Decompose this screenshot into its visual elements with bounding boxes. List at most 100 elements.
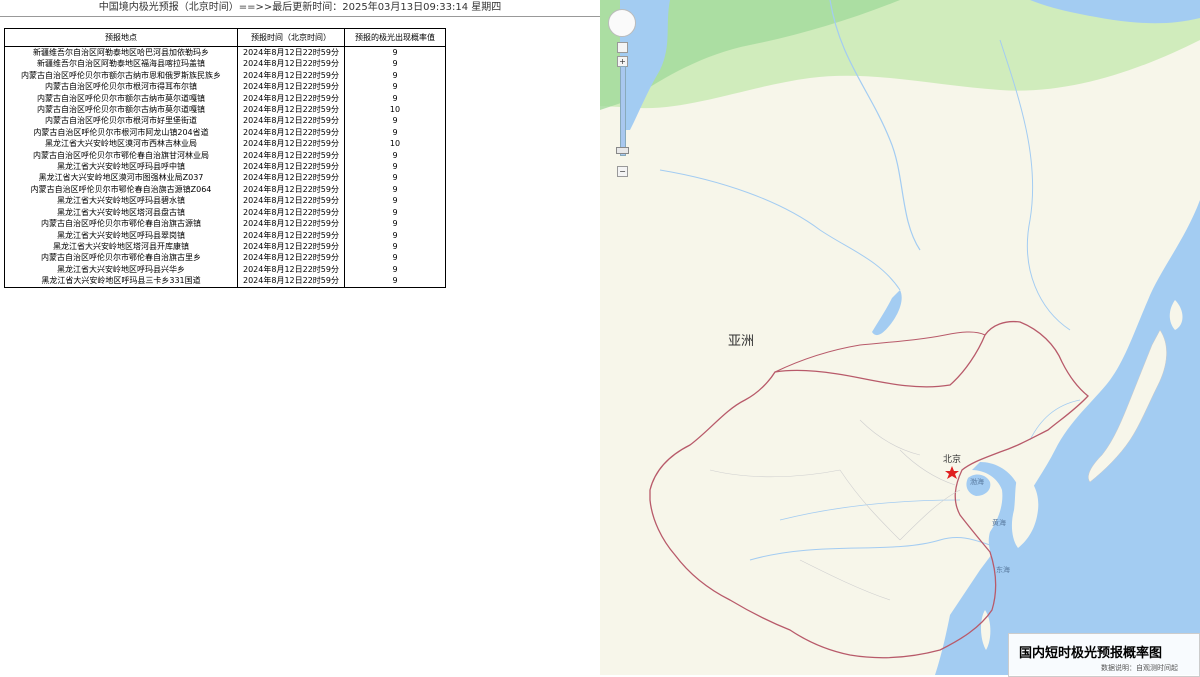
cell-time: 2024年8月12日22时59分 bbox=[237, 195, 345, 207]
label-east-sea: 东海 bbox=[996, 566, 1010, 574]
cell-location: 内蒙古自治区呼伦贝尔市额尔古纳市恩和俄罗斯族民族乡 bbox=[4, 69, 238, 82]
forecast-panel: 中国境内极光预报（北京时间）==>>最后更新时间：2025年03月13日09:3… bbox=[0, 0, 600, 675]
cell-probability: 9 bbox=[344, 195, 446, 207]
cell-location: 黑龙江省大兴安岭地区漠河市西林吉林业局 bbox=[4, 138, 238, 150]
zoom-out-button[interactable]: − bbox=[617, 166, 628, 177]
zoom-slider-thumb[interactable] bbox=[616, 146, 629, 154]
table-row: 新疆维吾尔自治区阿勒泰地区福海县喀拉玛盖镇 2024年8月12日22时59分 9 bbox=[4, 58, 446, 70]
cell-probability: 9 bbox=[344, 275, 446, 288]
cell-probability: 9 bbox=[344, 218, 446, 230]
lake-baikal bbox=[872, 290, 902, 336]
cell-time: 2024年8月12日22时59分 bbox=[237, 104, 345, 116]
pacific-ocean bbox=[935, 200, 1200, 675]
cell-location: 内蒙古自治区呼伦贝尔市鄂伦春自治旗古里乡 bbox=[4, 252, 238, 264]
map-canvas[interactable] bbox=[600, 0, 1200, 675]
cell-probability: 9 bbox=[344, 252, 446, 264]
cell-probability: 9 bbox=[344, 69, 446, 82]
table-row: 内蒙古自治区呼伦贝尔市鄂伦春自治旗古源镇 2024年8月12日22时59分 9 bbox=[4, 218, 446, 230]
zoom-slider-track[interactable] bbox=[620, 66, 626, 156]
table-row: 黑龙江省大兴安岭地区呼玛县三卡乡331国道 2024年8月12日22时59分 9 bbox=[4, 275, 446, 288]
cell-location: 内蒙古自治区呼伦贝尔市根河市阿龙山镇204省道 bbox=[4, 126, 238, 139]
cell-time: 2024年8月12日22时59分 bbox=[237, 161, 345, 173]
cell-time: 2024年8月12日22时59分 bbox=[237, 229, 345, 241]
cell-time: 2024年8月12日22时59分 bbox=[237, 126, 345, 139]
cell-time: 2024年8月12日22时59分 bbox=[237, 115, 345, 127]
zoom-world-button[interactable] bbox=[617, 42, 628, 53]
cell-time: 2024年8月12日22时59分 bbox=[237, 206, 345, 219]
cell-probability: 9 bbox=[344, 81, 446, 93]
cell-time: 2024年8月12日22时59分 bbox=[237, 172, 345, 184]
table-row: 黑龙江省大兴安岭地区呼玛县呼中镇 2024年8月12日22时59分 9 bbox=[4, 161, 446, 173]
label-beijing: 北京 bbox=[943, 455, 962, 465]
cell-location: 黑龙江省大兴安岭地区塔河县开库康镇 bbox=[4, 240, 238, 253]
cell-location: 黑龙江省大兴安岭地区呼玛县碧水镇 bbox=[4, 195, 238, 207]
cell-time: 2024年8月12日22时59分 bbox=[237, 183, 345, 196]
cell-probability: 9 bbox=[344, 229, 446, 241]
cell-location: 内蒙古自治区呼伦贝尔市额尔古纳市莫尔道嘎镇 bbox=[4, 92, 238, 105]
cell-location: 新疆维吾尔自治区阿勒泰地区哈巴河县加依勒玛乡 bbox=[4, 46, 238, 59]
table-row: 黑龙江省大兴安岭地区呼玛县碧水镇 2024年8月12日22时59分 9 bbox=[4, 195, 446, 207]
cell-probability: 9 bbox=[344, 263, 446, 276]
aurora-map[interactable]: 亚洲 北京 渤海 黄海 东海 + − bbox=[600, 0, 1200, 675]
table-row: 内蒙古自治区呼伦贝尔市根河市好里堡街道 2024年8月12日22时59分 9 bbox=[4, 115, 446, 127]
cell-time: 2024年8月12日22时59分 bbox=[237, 92, 345, 105]
cell-location: 黑龙江省大兴安岭地区漠河市图强林业局Z037 bbox=[4, 172, 238, 184]
label-yellow-sea: 黄海 bbox=[992, 519, 1006, 527]
table-row: 内蒙古自治区呼伦贝尔市鄂伦春自治旗古里乡 2024年8月12日22时59分 9 bbox=[4, 252, 446, 264]
mongolia-border bbox=[774, 331, 986, 373]
cell-location: 黑龙江省大兴安岭地区呼玛县呼中镇 bbox=[4, 161, 238, 173]
cell-location: 内蒙古自治区呼伦贝尔市额尔古纳市莫尔道嘎镇 bbox=[4, 104, 238, 116]
table-row: 黑龙江省大兴安岭地区漠河市图强林业局Z037 2024年8月12日22时59分 9 bbox=[4, 172, 446, 184]
table-row: 黑龙江省大兴安岭地区塔河县盘古镇 2024年8月12日22时59分 9 bbox=[4, 206, 446, 219]
cell-location: 内蒙古自治区呼伦贝尔市鄂伦春自治旗甘河林业局 bbox=[4, 149, 238, 162]
cell-probability: 9 bbox=[344, 46, 446, 59]
table-row: 内蒙古自治区呼伦贝尔市根河市得耳布尔镇 2024年8月12日22时59分 9 bbox=[4, 81, 446, 93]
table-row: 内蒙古自治区呼伦贝尔市额尔古纳市莫尔道嘎镇 2024年8月12日22时59分 9 bbox=[4, 92, 446, 105]
table-row: 黑龙江省大兴安岭地区呼玛县兴华乡 2024年8月12日22时59分 9 bbox=[4, 263, 446, 276]
cell-probability: 9 bbox=[344, 126, 446, 139]
river bbox=[779, 499, 961, 521]
table-row: 黑龙江省大兴安岭地区塔河县开库康镇 2024年8月12日22时59分 9 bbox=[4, 240, 446, 253]
cell-probability: 9 bbox=[344, 149, 446, 162]
cell-probability: 9 bbox=[344, 92, 446, 105]
column-header-probability: 预报的极光出现概率值 bbox=[344, 28, 446, 47]
cell-time: 2024年8月12日22时59分 bbox=[237, 240, 345, 253]
table-row: 黑龙江省大兴安岭地区呼玛县翠岗镇 2024年8月12日22时59分 9 bbox=[4, 229, 446, 241]
map-legend: 国内短时极光预报概率图 数据说明：自观测时间起 bbox=[1008, 633, 1200, 677]
title-divider bbox=[0, 16, 600, 17]
cell-probability: 10 bbox=[344, 104, 446, 116]
cell-time: 2024年8月12日22时59分 bbox=[237, 81, 345, 93]
cell-time: 2024年8月12日22时59分 bbox=[237, 138, 345, 150]
cell-location: 内蒙古自治区呼伦贝尔市根河市得耳布尔镇 bbox=[4, 81, 238, 93]
cell-time: 2024年8月12日22时59分 bbox=[237, 46, 345, 59]
cell-location: 黑龙江省大兴安岭地区呼玛县兴华乡 bbox=[4, 263, 238, 276]
capital-star-icon bbox=[945, 466, 959, 479]
table-row: 内蒙古自治区呼伦贝尔市鄂伦春自治旗甘河林业局 2024年8月12日22时59分 9 bbox=[4, 149, 446, 162]
column-header-location: 预报地点 bbox=[4, 28, 238, 47]
page-title: 中国境内极光预报（北京时间）==>>最后更新时间：2025年03月13日09:3… bbox=[98, 2, 502, 13]
table-row: 内蒙古自治区呼伦贝尔市额尔古纳市恩和俄罗斯族民族乡 2024年8月12日22时59… bbox=[4, 69, 446, 82]
cell-location: 黑龙江省大兴安岭地区塔河县盘古镇 bbox=[4, 206, 238, 219]
cell-probability: 9 bbox=[344, 206, 446, 219]
cell-probability: 10 bbox=[344, 138, 446, 150]
river bbox=[659, 169, 901, 291]
cell-location: 黑龙江省大兴安岭地区呼玛县翠岗镇 bbox=[4, 229, 238, 241]
sakhalin bbox=[1133, 210, 1146, 305]
cell-time: 2024年8月12日22时59分 bbox=[237, 149, 345, 162]
column-header-time: 预报时间（北京时间） bbox=[237, 28, 345, 47]
cell-time: 2024年8月12日22时59分 bbox=[237, 275, 345, 288]
table-row: 内蒙古自治区呼伦贝尔市根河市阿龙山镇204省道 2024年8月12日22时59分 9 bbox=[4, 126, 446, 139]
pan-compass-icon[interactable] bbox=[608, 9, 636, 37]
table-row: 黑龙江省大兴安岭地区漠河市西林吉林业局 2024年8月12日22时59分 10 bbox=[4, 138, 446, 150]
river bbox=[749, 537, 991, 561]
forecast-table: 预报地点 预报时间（北京时间） 预报的极光出现概率值 新疆维吾尔自治区阿勒泰地区… bbox=[4, 28, 446, 288]
cell-location: 内蒙古自治区呼伦贝尔市鄂伦春自治旗古源镇 bbox=[4, 218, 238, 230]
cell-probability: 9 bbox=[344, 183, 446, 196]
cell-location: 黑龙江省大兴安岭地区呼玛县三卡乡331国道 bbox=[4, 275, 238, 288]
cell-time: 2024年8月12日22时59分 bbox=[237, 252, 345, 264]
cell-probability: 9 bbox=[344, 161, 446, 173]
cell-location: 内蒙古自治区呼伦贝尔市鄂伦春自治旗古源镇Z064 bbox=[4, 183, 238, 196]
table-row: 内蒙古自治区呼伦贝尔市鄂伦春自治旗古源镇Z064 2024年8月12日22时59分… bbox=[4, 183, 446, 196]
label-asia: 亚洲 bbox=[728, 334, 755, 349]
cell-probability: 9 bbox=[344, 58, 446, 70]
